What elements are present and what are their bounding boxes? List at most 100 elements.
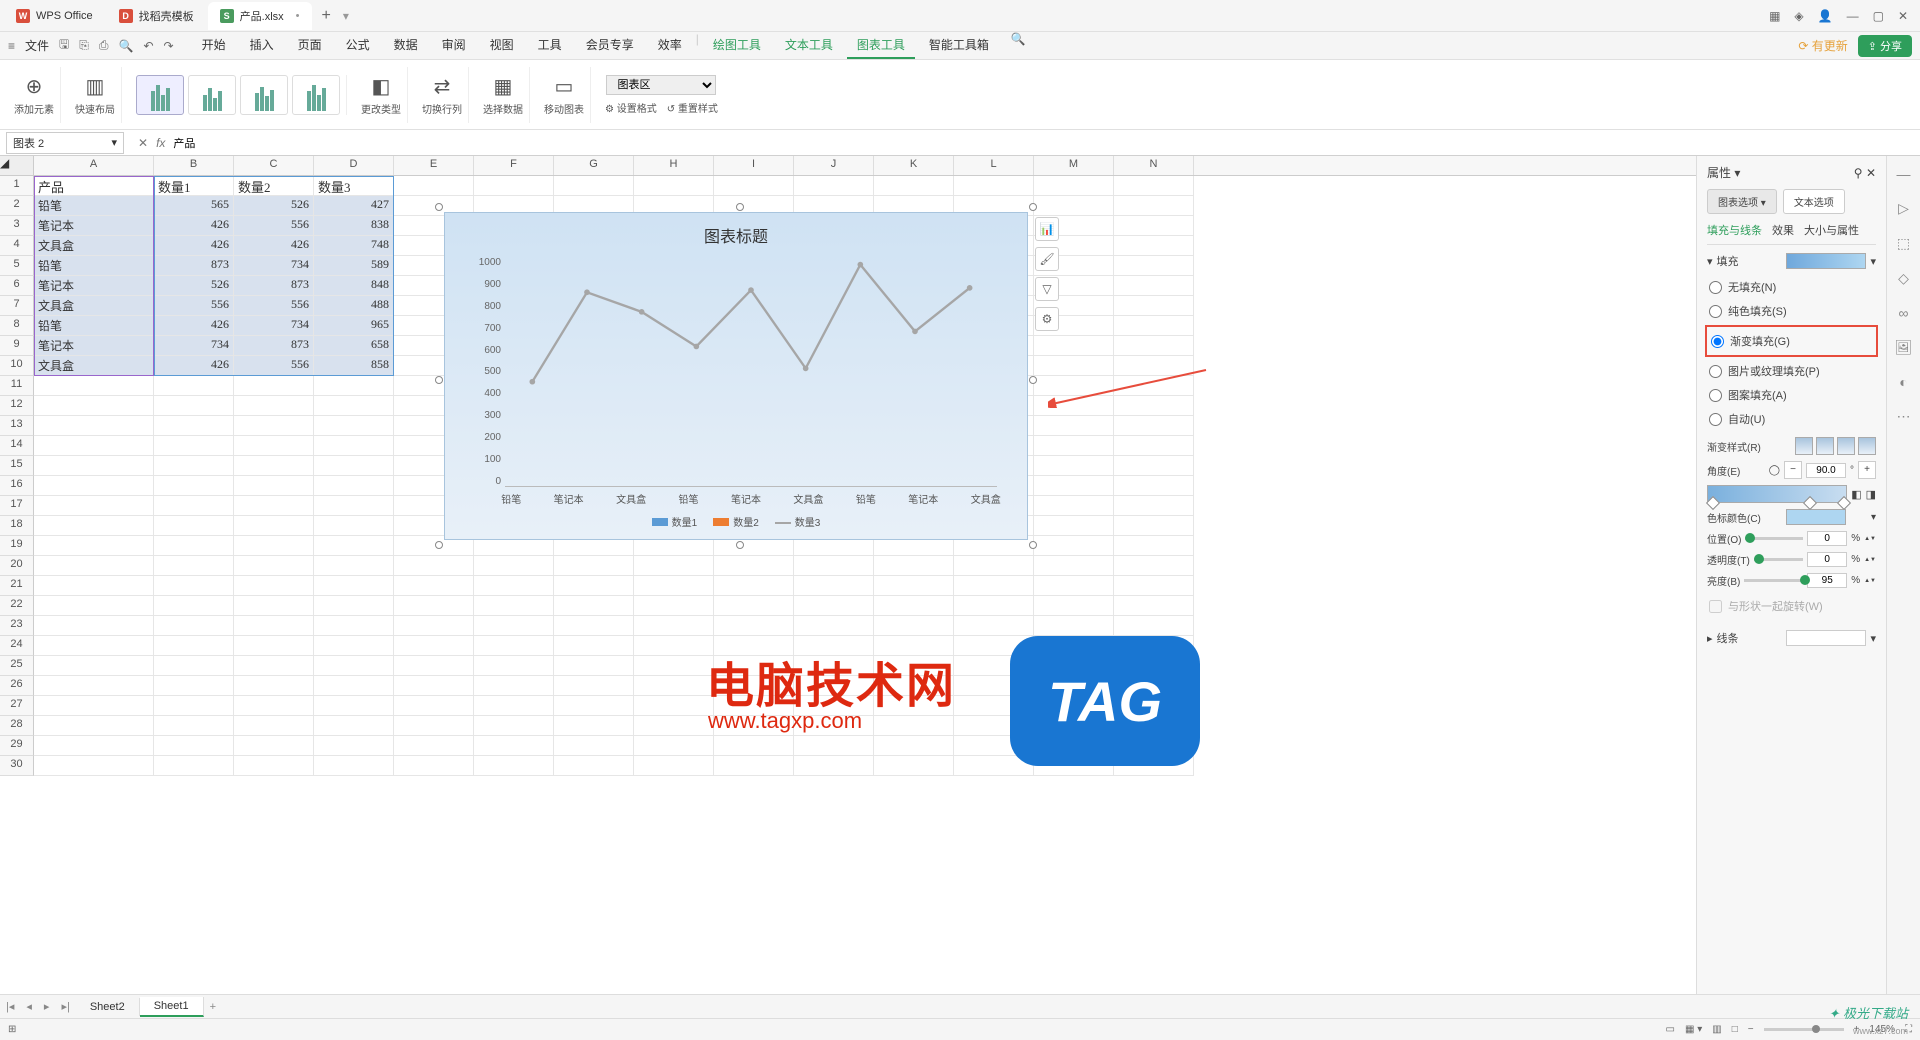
cell[interactable] [954, 596, 1034, 616]
cell[interactable]: 数量2 [234, 176, 314, 196]
row-header[interactable]: 19 [0, 536, 34, 556]
cell[interactable] [34, 576, 154, 596]
cell[interactable] [154, 436, 234, 456]
ribbon-move-chart[interactable]: ▭移动图表 [538, 67, 591, 123]
cell[interactable] [634, 636, 714, 656]
col-C[interactable]: C [234, 156, 314, 175]
cell[interactable] [314, 636, 394, 656]
cell[interactable]: 734 [234, 316, 314, 336]
cell[interactable] [954, 176, 1034, 196]
subtab-size[interactable]: 大小与属性 [1804, 222, 1859, 238]
cell[interactable] [34, 416, 154, 436]
cell[interactable] [794, 556, 874, 576]
row-header[interactable]: 28 [0, 716, 34, 736]
view-reading-icon[interactable]: □ [1732, 1024, 1738, 1035]
cell[interactable] [394, 596, 474, 616]
cell[interactable] [154, 536, 234, 556]
cell[interactable]: 556 [234, 216, 314, 236]
cell[interactable] [1114, 276, 1194, 296]
tool-select-icon[interactable]: ▷ [1898, 200, 1909, 217]
row-header[interactable]: 23 [0, 616, 34, 636]
chart-object[interactable]: 图表标题 01002003004005006007008009001000 铅笔… [444, 212, 1028, 540]
cell[interactable] [34, 656, 154, 676]
cell[interactable] [474, 736, 554, 756]
cell[interactable] [154, 496, 234, 516]
cell[interactable] [554, 596, 634, 616]
cell[interactable]: 426 [154, 236, 234, 256]
row-header[interactable]: 27 [0, 696, 34, 716]
cell[interactable] [1114, 216, 1194, 236]
cell[interactable] [954, 616, 1034, 636]
cell[interactable] [394, 696, 474, 716]
cell[interactable] [394, 716, 474, 736]
cell[interactable] [234, 376, 314, 396]
cell[interactable] [234, 496, 314, 516]
tool-dots-icon[interactable]: ⋯ [1897, 408, 1911, 425]
cell[interactable] [714, 756, 794, 776]
cell[interactable] [474, 716, 554, 736]
status-mode-icon[interactable]: ⊞ [8, 1024, 16, 1035]
cell[interactable] [1114, 496, 1194, 516]
cell[interactable] [474, 696, 554, 716]
cell[interactable] [34, 396, 154, 416]
cell[interactable]: 文具盒 [34, 356, 154, 376]
cell[interactable]: 文具盒 [34, 296, 154, 316]
col-H[interactable]: H [634, 156, 714, 175]
cell[interactable] [474, 556, 554, 576]
cell[interactable] [634, 756, 714, 776]
cell[interactable] [874, 616, 954, 636]
tool-image-icon[interactable]: 🖼 [1895, 339, 1913, 356]
cell[interactable] [314, 376, 394, 396]
cell[interactable]: 965 [314, 316, 394, 336]
col-M[interactable]: M [1034, 156, 1114, 175]
cell[interactable] [1034, 536, 1114, 556]
row-header[interactable]: 3 [0, 216, 34, 236]
chart-preset-2[interactable] [188, 75, 236, 115]
chart-preset-1[interactable] [136, 75, 184, 115]
col-L[interactable]: L [954, 156, 1034, 175]
cell[interactable] [1114, 356, 1194, 376]
cell[interactable] [314, 656, 394, 676]
angle-input[interactable] [1806, 463, 1846, 478]
cell[interactable] [394, 756, 474, 776]
row-header[interactable]: 17 [0, 496, 34, 516]
cell[interactable] [1114, 536, 1194, 556]
ribbon-add-element[interactable]: ⊕添加元素 [8, 67, 61, 123]
cell[interactable] [314, 416, 394, 436]
cell[interactable] [394, 676, 474, 696]
cell[interactable] [554, 736, 634, 756]
sheet-last[interactable]: ▸| [55, 1000, 75, 1013]
cell[interactable] [474, 596, 554, 616]
cell[interactable] [634, 716, 714, 736]
cell[interactable]: 589 [314, 256, 394, 276]
cell[interactable]: 658 [314, 336, 394, 356]
titlebar-cube-icon[interactable]: ◈ [1794, 9, 1803, 23]
cell[interactable] [1114, 256, 1194, 276]
radio-solid-fill[interactable]: 纯色填充(S) [1707, 299, 1876, 323]
cell[interactable] [1034, 356, 1114, 376]
cell[interactable]: 427 [314, 196, 394, 216]
ribbon-change-type[interactable]: ◧更改类型 [355, 67, 408, 123]
cell[interactable] [794, 176, 874, 196]
menu-tab-text-tools[interactable]: 文本工具 [775, 32, 843, 59]
window-minimize[interactable]: — [1847, 9, 1859, 23]
cell[interactable] [234, 616, 314, 636]
brightness-input[interactable] [1807, 573, 1847, 588]
save-icon[interactable]: 🖫 [59, 35, 69, 56]
menu-tab-view[interactable]: 视图 [480, 32, 524, 59]
cell[interactable] [954, 576, 1034, 596]
cell[interactable] [314, 496, 394, 516]
col-B[interactable]: B [154, 156, 234, 175]
cell[interactable] [714, 596, 794, 616]
cell[interactable] [154, 676, 234, 696]
cell[interactable] [794, 576, 874, 596]
cell[interactable] [874, 756, 954, 776]
cell[interactable] [954, 556, 1034, 576]
cell[interactable]: 426 [234, 236, 314, 256]
cell[interactable] [234, 696, 314, 716]
cell[interactable] [474, 576, 554, 596]
col-J[interactable]: J [794, 156, 874, 175]
cell[interactable] [474, 636, 554, 656]
cell[interactable] [1114, 596, 1194, 616]
cell[interactable] [874, 716, 954, 736]
